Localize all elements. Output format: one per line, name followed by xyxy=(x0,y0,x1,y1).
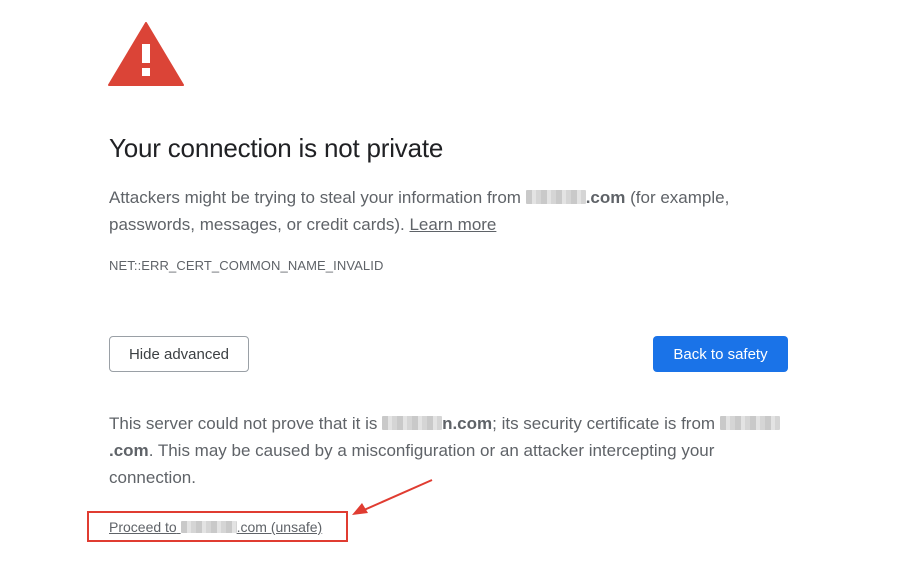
redacted-domain-blur xyxy=(719,416,780,430)
back-to-safety-button[interactable]: Back to safety xyxy=(653,336,788,372)
redacted-domain-blur xyxy=(180,521,237,533)
advanced-details-text: This server could not prove that it is n… xyxy=(109,410,789,491)
message-text-start: Attackers might be trying to steal your … xyxy=(109,188,521,207)
advanced-domain-1: n.com xyxy=(442,414,493,433)
redacted-domain-blur xyxy=(382,416,443,430)
learn-more-link[interactable]: Learn more xyxy=(409,215,496,234)
redacted-domain-blur xyxy=(525,190,586,204)
proceed-unsafe-link[interactable]: Proceed to .com (unsafe) xyxy=(109,519,322,535)
message-domain: .com xyxy=(585,188,626,207)
page-title: Your connection is not private xyxy=(109,133,444,163)
proceed-prefix: Proceed to xyxy=(109,519,177,535)
warning-message: Attackers might be trying to steal your … xyxy=(109,184,789,238)
error-code: NET::ERR_CERT_COMMON_NAME_INVALID xyxy=(109,258,384,273)
proceed-suffix: .com (unsafe) xyxy=(236,519,323,535)
advanced-domain-2: .com xyxy=(109,441,149,460)
hide-advanced-button[interactable]: Hide advanced xyxy=(109,336,249,372)
advanced-text-end: . This may be caused by a misconfigurati… xyxy=(109,441,715,487)
advanced-text-start: This server could not prove that it is xyxy=(109,414,378,433)
warning-triangle-icon xyxy=(108,22,184,86)
advanced-text-middle: ; its security certificate is from xyxy=(492,414,716,433)
